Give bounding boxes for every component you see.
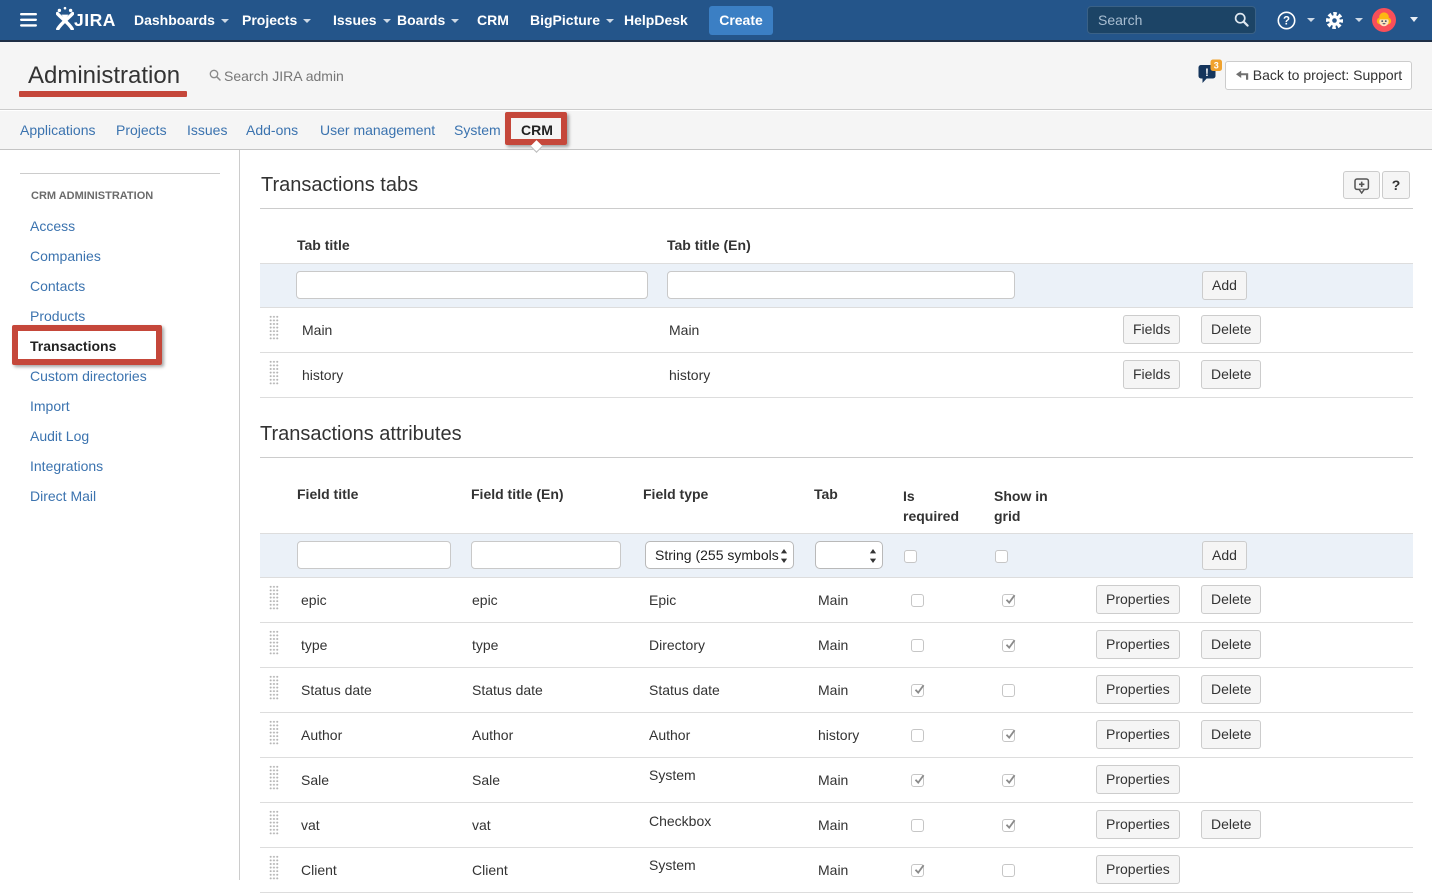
svg-text:!: ! bbox=[1205, 67, 1209, 79]
svg-text:?: ? bbox=[1283, 16, 1290, 28]
svg-text:3: 3 bbox=[1214, 60, 1219, 70]
